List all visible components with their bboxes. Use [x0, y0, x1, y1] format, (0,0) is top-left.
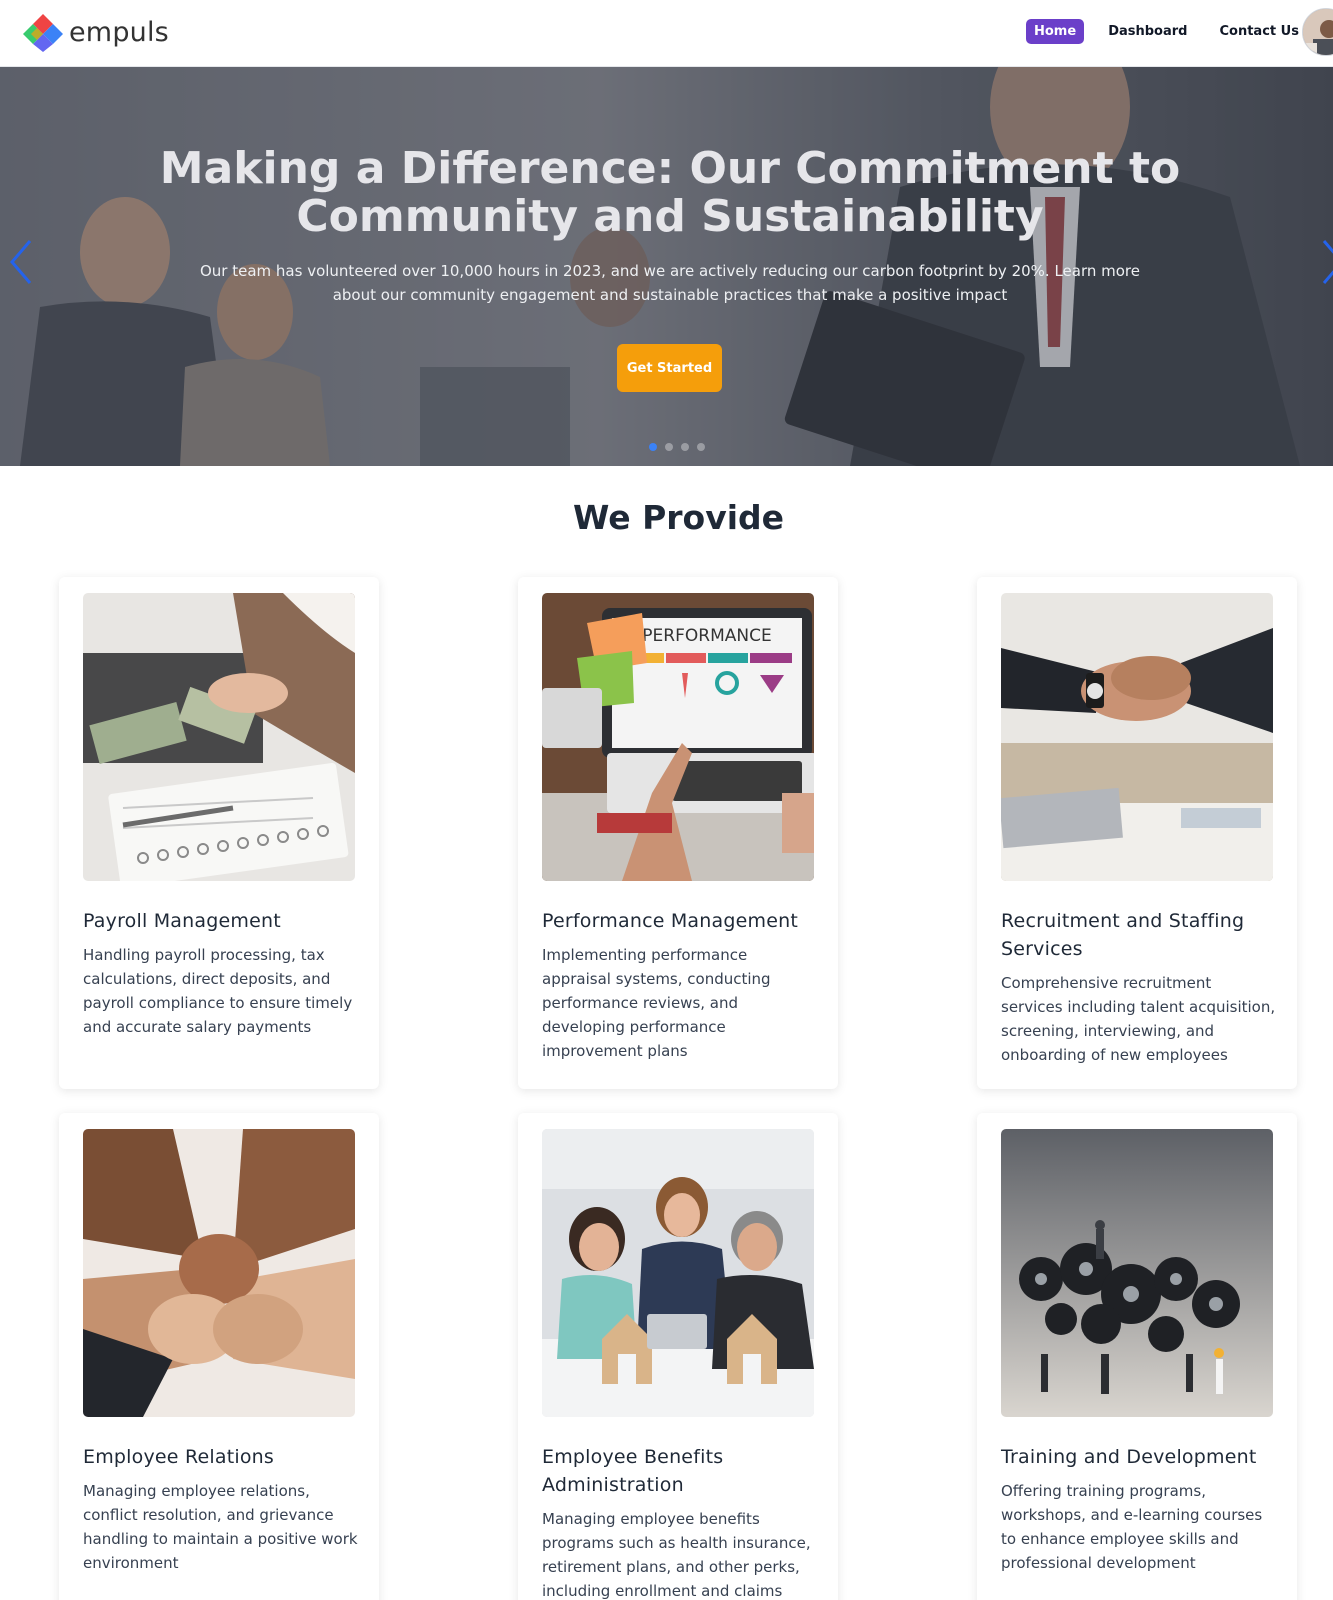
service-card-benefits[interactable]: Employee Benefits Administration Managin…: [518, 1113, 838, 1600]
performance-image: PERFORMANCE: [542, 593, 814, 881]
hero-subtitle: Our team has volunteered over 10,000 hou…: [199, 262, 1140, 304]
card-description: Managing employee relations, conflict re…: [83, 1482, 358, 1572]
hero-carousel: Making a Difference: Our Commitment to C…: [0, 67, 1333, 466]
card-title: Payroll Management: [83, 910, 281, 932]
employee-relations-image: [83, 1129, 355, 1417]
benefits-image: [542, 1129, 814, 1417]
card-description: Handling payroll processing, tax calcula…: [83, 946, 353, 1036]
carousel-dot-1[interactable]: [649, 443, 657, 451]
training-image: [1001, 1129, 1273, 1417]
avatar[interactable]: [1302, 8, 1333, 56]
service-card-payroll[interactable]: Payroll Management Handling payroll proc…: [59, 577, 379, 1089]
card-description: Comprehensive recruitment services inclu…: [1001, 974, 1276, 1064]
nav-home-link[interactable]: Home: [1026, 19, 1085, 44]
empuls-logo-icon: [23, 12, 63, 52]
carousel-dot-4[interactable]: [697, 443, 705, 451]
carousel-next-arrow-icon[interactable]: [1318, 237, 1333, 287]
service-card-recruitment[interactable]: Recruitment and Staffing Services Compre…: [977, 577, 1297, 1089]
payroll-image: [83, 593, 355, 881]
brand-name: empuls: [69, 16, 169, 48]
card-title: Employee Relations: [83, 1446, 274, 1468]
section-title: We Provide: [572, 498, 785, 537]
card-description: Implementing performance appraisal syste…: [542, 946, 771, 1060]
card-title: Training and Development: [1001, 1446, 1257, 1468]
navbar: empuls Home Dashboard Contact Us: [0, 0, 1333, 67]
nav-contact-link[interactable]: Contact Us: [1211, 19, 1306, 44]
carousel-prev-arrow-icon[interactable]: [6, 237, 36, 287]
card-description: Offering training programs, workshops, a…: [1001, 1482, 1263, 1572]
get-started-button[interactable]: Get Started: [617, 344, 722, 392]
recruitment-image: [1001, 593, 1273, 881]
service-card-performance[interactable]: PERFORMANCE Performance Management Imple…: [518, 577, 838, 1089]
carousel-dot-3[interactable]: [681, 443, 689, 451]
hero-title: Making a Difference: Our Commitment to C…: [159, 143, 1181, 242]
service-card-training[interactable]: Training and Development Offering traini…: [977, 1113, 1297, 1600]
nav-links: Home Dashboard Contact Us: [1026, 19, 1307, 44]
card-description: Managing employee benefits programs such…: [542, 1510, 811, 1600]
performance-screen-text: PERFORMANCE: [642, 626, 771, 646]
card-title: Employee Benefits Administration: [542, 1446, 724, 1496]
card-title: Recruitment and Staffing Services: [1001, 910, 1245, 960]
carousel-indicators: [649, 443, 705, 451]
carousel-dot-2[interactable]: [665, 443, 673, 451]
brand[interactable]: empuls: [23, 12, 169, 52]
service-card-employee-relations[interactable]: Employee Relations Managing employee rel…: [59, 1113, 379, 1600]
card-title: Performance Management: [542, 910, 799, 932]
nav-dashboard-link[interactable]: Dashboard: [1100, 19, 1195, 44]
